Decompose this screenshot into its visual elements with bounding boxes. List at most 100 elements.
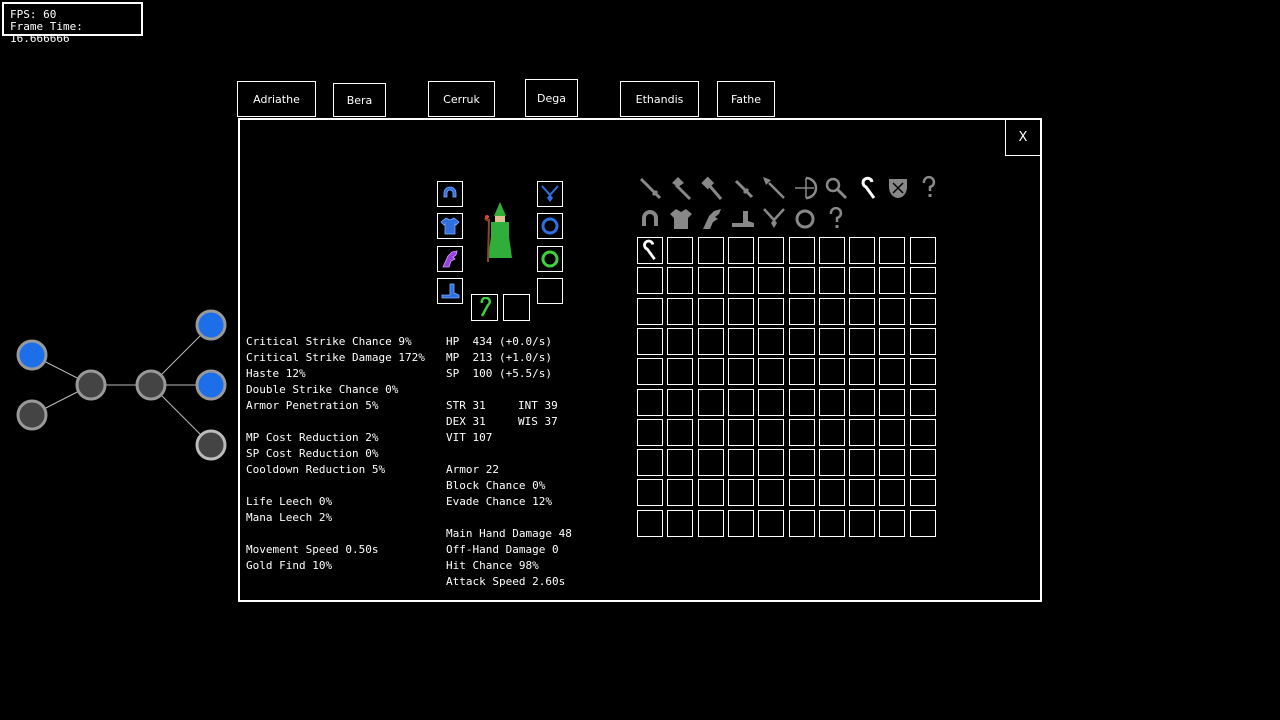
inventory-slot[interactable] [758,297,785,325]
inventory-slot[interactable] [758,388,785,416]
inventory-slot[interactable] [849,237,876,264]
inventory-slot[interactable] [849,479,876,507]
inventory-slot[interactable] [637,237,663,264]
inventory-slot[interactable] [727,267,754,295]
helmet-icon[interactable] [637,206,663,232]
equip-slot-ring1[interactable] [537,213,563,239]
inventory-slot[interactable] [879,418,906,446]
tab-dega[interactable]: Dega [525,79,578,117]
inventory-slot[interactable] [849,449,876,477]
inventory-slot[interactable] [788,449,815,477]
inventory-slot[interactable] [758,418,785,446]
inventory-slot[interactable] [637,479,663,507]
inventory-slot[interactable] [667,237,694,264]
inventory-slot[interactable] [849,267,876,295]
inventory-slot[interactable] [727,479,754,507]
inventory-slot[interactable] [849,418,876,446]
skill-node[interactable] [135,369,167,401]
inventory-slot[interactable] [727,449,754,477]
close-button[interactable]: X [1005,119,1041,156]
inventory-slot[interactable] [879,388,906,416]
chest-armor-icon[interactable] [668,206,694,232]
ring-icon[interactable] [792,206,818,232]
question-icon[interactable] [916,175,942,201]
equip-slot-main-hand[interactable] [471,294,498,321]
inventory-slot[interactable] [909,509,936,537]
skill-node[interactable] [195,309,227,341]
equip-slot-feet[interactable] [437,278,463,304]
skill-node[interactable] [195,369,227,401]
inventory-slot[interactable] [758,327,785,355]
inventory-slot[interactable] [879,358,906,386]
inventory-slot[interactable] [667,358,694,386]
inventory-slot[interactable] [727,418,754,446]
inventory-slot[interactable] [697,267,724,295]
skill-node[interactable] [16,399,48,431]
inventory-slot[interactable] [758,237,785,264]
inventory-slot[interactable] [909,388,936,416]
inventory-slot[interactable] [879,479,906,507]
inventory-slot[interactable] [788,267,815,295]
inventory-slot[interactable] [909,327,936,355]
inventory-slot[interactable] [909,479,936,507]
inventory-slot[interactable] [637,449,663,477]
inventory-slot[interactable] [637,267,663,295]
shield-icon[interactable] [885,175,911,201]
equip-slot-chest[interactable] [437,213,463,239]
inventory-slot[interactable] [697,327,724,355]
inventory-slot[interactable] [818,267,845,295]
inventory-slot[interactable] [909,237,936,264]
inventory-slot[interactable] [697,479,724,507]
skill-node[interactable] [195,429,227,461]
skill-node[interactable] [75,369,107,401]
sword-icon[interactable] [637,175,663,201]
inventory-slot[interactable] [909,449,936,477]
equip-slot-head[interactable] [437,181,463,207]
boots-icon[interactable] [730,206,756,232]
inventory-slot[interactable] [758,267,785,295]
inventory-slot[interactable] [697,237,724,264]
inventory-slot[interactable] [667,418,694,446]
inventory-slot[interactable] [697,358,724,386]
equip-slot-off-hand[interactable] [503,294,530,321]
inventory-slot[interactable] [849,327,876,355]
inventory-slot[interactable] [667,267,694,295]
inventory-slot[interactable] [788,418,815,446]
inventory-slot[interactable] [758,509,785,537]
inventory-slot[interactable] [727,297,754,325]
tab-adriathe[interactable]: Adriathe [237,81,316,117]
inventory-slot[interactable] [637,327,663,355]
inventory-slot[interactable] [637,509,663,537]
inventory-slot[interactable] [727,237,754,264]
inventory-slot[interactable] [667,449,694,477]
inventory-slot[interactable] [667,327,694,355]
inventory-slot[interactable] [818,327,845,355]
inventory-slot[interactable] [667,297,694,325]
inventory-slot[interactable] [637,418,663,446]
tab-ethandis[interactable]: Ethandis [620,81,699,117]
inventory-slot[interactable] [879,267,906,295]
inventory-slot[interactable] [697,449,724,477]
inventory-slot[interactable] [909,267,936,295]
tab-fathe[interactable]: Fathe [717,81,775,117]
inventory-slot[interactable] [697,297,724,325]
inventory-slot[interactable] [879,297,906,325]
dagger-icon[interactable] [730,175,756,201]
equip-slot-trinket[interactable] [537,278,563,304]
inventory-slot[interactable] [758,449,785,477]
inventory-slot[interactable] [818,418,845,446]
inventory-slot[interactable] [667,388,694,416]
staff-filter-icon[interactable] [854,175,880,201]
mace-icon[interactable] [699,175,725,201]
inventory-slot[interactable] [788,237,815,264]
inventory-slot[interactable] [667,509,694,537]
inventory-slot[interactable] [697,388,724,416]
inventory-slot[interactable] [879,509,906,537]
equip-slot-hands[interactable] [437,246,463,272]
inventory-slot[interactable] [818,509,845,537]
inventory-slot[interactable] [849,358,876,386]
inventory-slot[interactable] [637,388,663,416]
inventory-slot[interactable] [849,509,876,537]
inventory-slot[interactable] [879,327,906,355]
inventory-slot[interactable] [758,358,785,386]
